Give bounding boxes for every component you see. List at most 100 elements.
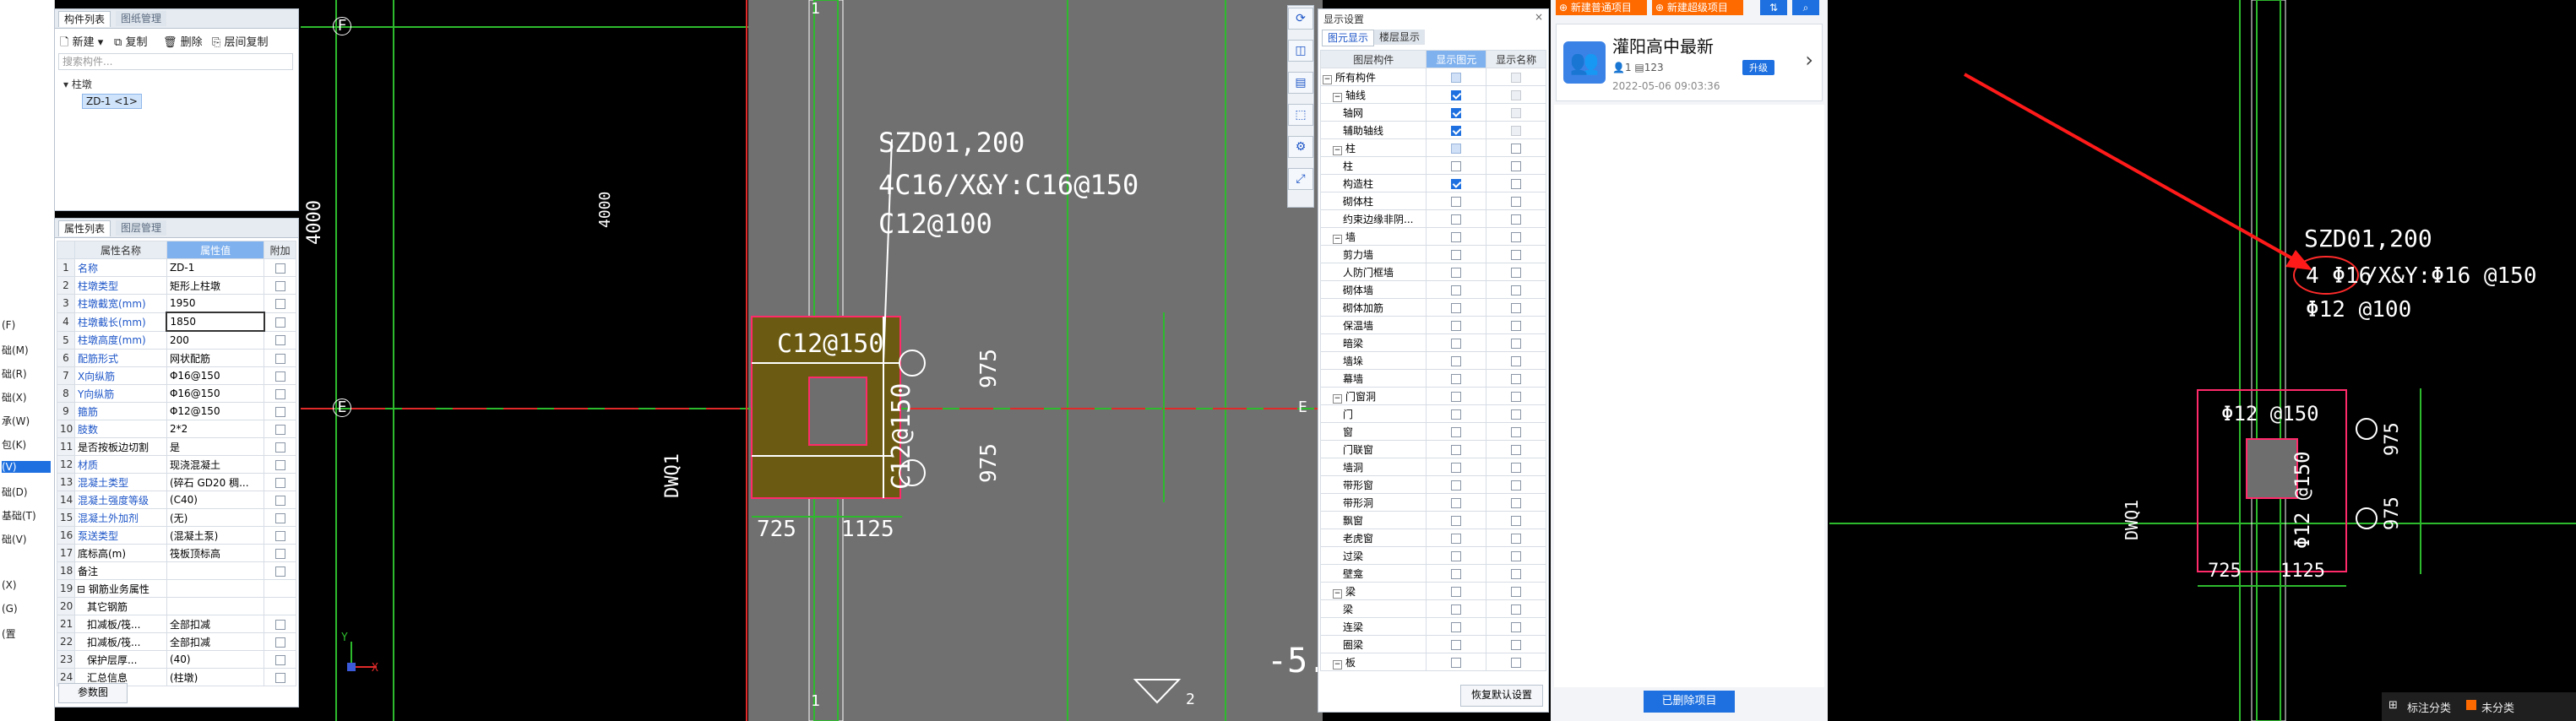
extra-checkbox[interactable] [274, 477, 285, 488]
property-value[interactable]: ZD-1 [166, 258, 265, 277]
show-element-cell[interactable] [1426, 599, 1487, 618]
collapse-icon[interactable]: − [1333, 588, 1342, 599]
show-element-cell[interactable] [1426, 192, 1487, 210]
display-checkbox[interactable] [1511, 657, 1522, 668]
property-value[interactable]: 矩形上柱墩 [166, 276, 265, 295]
menu-item[interactable]: (G) [2, 603, 18, 615]
display-checkbox[interactable] [1451, 533, 1462, 544]
menu-item[interactable]: (F) [2, 319, 15, 331]
property-row[interactable]: 3 柱墩截宽(mm) 1950 [57, 294, 296, 313]
display-row[interactable]: 构造柱 [1319, 174, 1546, 192]
display-row[interactable]: − 门窗洞 [1319, 387, 1546, 405]
tab-layer-manager[interactable]: 图层管理 [116, 220, 167, 236]
display-checkbox[interactable] [1451, 604, 1462, 615]
property-value[interactable] [166, 579, 265, 598]
property-row[interactable]: 6 配筋形式 网状配筋 [57, 349, 296, 367]
display-row[interactable]: 老虎窗 [1319, 529, 1546, 547]
show-element-cell[interactable] [1426, 245, 1487, 263]
copy-button[interactable]: ⧉ 复制 [114, 33, 147, 49]
property-row[interactable]: 17 底标高(m) 筏板顶标高 [57, 544, 296, 562]
display-checkbox[interactable] [1511, 604, 1522, 615]
display-row[interactable]: 砌体墙 [1319, 280, 1546, 299]
property-row[interactable]: 15 混凝土外加剂 (无) [57, 508, 296, 527]
display-row[interactable]: 门联窗 [1319, 440, 1546, 458]
show-name-cell[interactable] [1486, 599, 1546, 618]
extra-checkbox[interactable] [274, 495, 285, 506]
tab-component-list[interactable]: 构件列表 [58, 11, 111, 27]
display-row[interactable]: 约束边缘非阴... [1319, 209, 1546, 228]
property-value[interactable]: 是 [166, 437, 265, 456]
show-name-cell[interactable] [1486, 475, 1546, 494]
property-row[interactable]: 1 名称 ZD-1 [57, 258, 296, 277]
sync-icon[interactable]: ⇅ [1760, 0, 1787, 15]
menu-item[interactable]: 础(D) [2, 485, 28, 499]
property-row[interactable]: 23 保护层厚... (40) [57, 650, 296, 669]
property-value[interactable] [166, 561, 265, 580]
display-checkbox[interactable] [1451, 550, 1462, 561]
show-name-cell[interactable] [1486, 103, 1546, 122]
display-checkbox[interactable] [1511, 320, 1522, 331]
menu-item[interactable]: (X) [2, 579, 17, 591]
display-checkbox[interactable] [1511, 285, 1522, 295]
property-row[interactable]: 14 混凝土强度等级 (C40) [57, 491, 296, 509]
show-name-cell[interactable] [1486, 227, 1546, 246]
layer-icon[interactable]: ▤ [1288, 72, 1313, 94]
show-element-cell[interactable] [1426, 475, 1487, 494]
show-element-cell[interactable] [1426, 387, 1487, 405]
display-row[interactable]: 柱 [1319, 156, 1546, 175]
menu-item-active[interactable]: (V) [2, 461, 51, 473]
search-icon[interactable]: ⌕ [1792, 0, 1819, 15]
show-element-cell[interactable] [1426, 68, 1487, 86]
display-checkbox[interactable] [1511, 143, 1522, 154]
display-checkbox[interactable] [1451, 302, 1462, 313]
show-element-cell[interactable] [1426, 404, 1487, 423]
show-element-cell[interactable] [1426, 298, 1487, 317]
display-checkbox[interactable] [1451, 320, 1462, 331]
display-checkbox[interactable] [1511, 72, 1522, 83]
collapse-icon[interactable]: − [1333, 92, 1342, 102]
property-value[interactable]: (碎石 GD20 稠... [166, 473, 265, 491]
display-checkbox[interactable] [1451, 462, 1462, 473]
display-checkbox[interactable] [1451, 285, 1462, 295]
display-checkbox[interactable] [1511, 444, 1522, 455]
show-element-cell[interactable] [1426, 511, 1487, 529]
display-checkbox[interactable] [1511, 107, 1522, 118]
show-name-cell[interactable] [1486, 546, 1546, 565]
display-checkbox[interactable] [1451, 373, 1462, 384]
property-row[interactable]: 21 扣减板/筏... 全部扣减 [57, 615, 296, 633]
collapse-icon[interactable]: − [1323, 74, 1332, 84]
display-checkbox[interactable] [1451, 125, 1462, 136]
display-checkbox[interactable] [1451, 639, 1462, 650]
display-checkbox[interactable] [1511, 497, 1522, 508]
display-checkbox[interactable] [1511, 355, 1522, 366]
display-checkbox[interactable] [1511, 621, 1522, 632]
show-name-cell[interactable] [1486, 298, 1546, 317]
display-checkbox[interactable] [1451, 391, 1462, 402]
display-checkbox[interactable] [1511, 391, 1522, 402]
tab-property-list[interactable]: 属性列表 [58, 220, 111, 236]
extra-checkbox[interactable] [274, 388, 285, 399]
extra-checkbox[interactable] [274, 637, 285, 648]
show-name-cell[interactable] [1486, 85, 1546, 104]
property-value[interactable]: Φ16@150 [166, 384, 265, 403]
collapse-icon[interactable]: − [1333, 145, 1342, 155]
collapse-icon[interactable]: − [1333, 234, 1342, 244]
property-row[interactable]: 18 备注 [57, 561, 296, 580]
display-row[interactable]: 墙洞 [1319, 458, 1546, 476]
display-checkbox[interactable] [1511, 125, 1522, 136]
display-checkbox[interactable] [1451, 196, 1462, 207]
display-checkbox[interactable] [1451, 178, 1462, 189]
menu-item[interactable]: 承(W) [2, 414, 30, 428]
extra-checkbox[interactable] [274, 566, 285, 577]
show-name-cell[interactable] [1486, 174, 1546, 192]
menu-item[interactable]: 础(X) [2, 390, 27, 404]
display-checkbox[interactable] [1511, 196, 1522, 207]
display-row[interactable]: 窗 [1319, 422, 1546, 441]
display-row[interactable]: 暗梁 [1319, 333, 1546, 352]
show-name-cell[interactable] [1486, 617, 1546, 636]
new-normal-project-button[interactable]: ⊕ 新建普通项目 [1556, 0, 1647, 15]
show-element-cell[interactable] [1426, 582, 1487, 600]
display-checkbox[interactable] [1511, 160, 1522, 171]
display-settings-icon[interactable]: ⚙ [1288, 136, 1313, 158]
show-name-cell[interactable] [1486, 245, 1546, 263]
